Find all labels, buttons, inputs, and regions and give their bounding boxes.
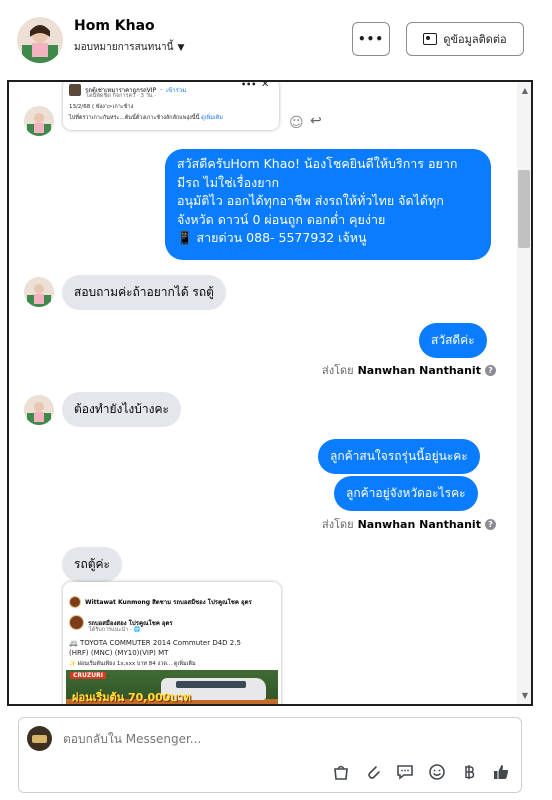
contact-avatar-small xyxy=(24,106,54,136)
scroll-thumb[interactable] xyxy=(518,170,530,248)
contact-photo-icon xyxy=(17,17,63,63)
incoming-message[interactable]: รถตู้ค่ะ xyxy=(62,547,122,582)
emoji-icon[interactable] xyxy=(427,762,447,782)
see-more-link[interactable]: ดูเพิ่มเติม xyxy=(201,115,223,121)
page-avatar xyxy=(27,726,52,751)
post-sharer-row: Wittawat Kunmong สิตชาม รถบอสมืชอง โปรคู… xyxy=(69,596,252,608)
agent-name: Nanwhan Nanthanit xyxy=(357,517,481,531)
assign-conversation-dropdown[interactable]: มอบหมายการสนทนานี้ ▼ xyxy=(74,40,184,55)
contact-photo-icon xyxy=(24,277,54,307)
contact-card-icon xyxy=(423,33,438,45)
shop-bag-icon[interactable] xyxy=(331,762,351,782)
post-title-2: (HRF) (MNC) (MY10)(VIP) MT xyxy=(69,649,169,657)
incoming-message[interactable]: ต้องทำยังไงบ้างคะ xyxy=(62,392,181,427)
help-icon[interactable]: ? xyxy=(484,364,496,376)
scroll-down-icon[interactable]: ▼ xyxy=(522,691,528,700)
attachment-icon[interactable] xyxy=(363,762,383,782)
sent-by-label: ส่งโดย Nanwhan Nanthanit ? xyxy=(322,515,496,533)
contact-photo-icon xyxy=(24,106,54,136)
see-more-link[interactable]: ดูเพิ่มเติม xyxy=(174,661,196,667)
payment-baht-icon[interactable] xyxy=(459,762,479,782)
more-label: ••• xyxy=(357,32,384,46)
image-price: ผ่อนเริ่มต้น 70,000บาท xyxy=(72,691,191,704)
like-thumbs-up-icon[interactable] xyxy=(491,762,511,782)
incoming-message[interactable]: สอบถามค่ะถ้าอยากได้ รถตู้ xyxy=(62,275,226,310)
outgoing-welcome-message[interactable]: สวัสดีครับHom Khao! น้องโชคยินดีให้บริกา… xyxy=(165,149,491,260)
post-sharer: Wittawat Kunmong สิตชาม รถบอสมืชอง โปรคู… xyxy=(85,599,252,606)
scrollbar[interactable]: ▲ ▼ xyxy=(517,82,531,704)
contact-avatar[interactable] xyxy=(17,17,63,63)
reply-icon[interactable]: ↩ xyxy=(310,113,322,129)
messenger-inbox-panel: Hom Khao มอบหมายการสนทนานี้ ▼ ••• ดูข้อม… xyxy=(0,0,552,800)
composer-toolbar xyxy=(331,762,511,782)
post-detail: ✨ ผ่อนเริ่มต้นเพียง 1x,xxx บาท 84 งวด...… xyxy=(69,661,196,667)
help-icon[interactable]: ? xyxy=(484,518,496,530)
page-avatar-icon xyxy=(69,615,84,630)
outgoing-message[interactable]: ลูกค้าอยู่จังหวัดอะไรคะ xyxy=(334,476,478,511)
more-options-button[interactable]: ••• xyxy=(352,22,390,56)
contact-avatar-small xyxy=(24,395,54,425)
close-icon[interactable]: ✕ xyxy=(261,82,269,90)
message-thread[interactable]: ▲ ▼ รถตู้เช่าเหมาราคาถูกรถVIP · เข้าร่วม… xyxy=(7,80,533,706)
reply-input[interactable] xyxy=(63,732,483,746)
contact-avatar-small xyxy=(24,277,54,307)
saved-replies-icon[interactable] xyxy=(395,762,415,782)
post-image[interactable]: CRUZURI ผ่อนเริ่มต้น 70,000บาท xyxy=(66,670,278,704)
contact-name: Hom Khao xyxy=(74,18,155,34)
caret-down-icon: ▼ xyxy=(177,42,185,53)
outgoing-message[interactable]: ลูกค้าสนใจรถรุ่นนี้อยู่นะคะ xyxy=(318,439,480,474)
page-thumbnail-icon xyxy=(69,84,81,96)
contact-info-label: ดูข้อมูลติดต่อ xyxy=(443,33,507,46)
sharer-avatar-icon xyxy=(69,596,81,608)
image-banner: CRUZURI xyxy=(70,672,106,679)
assign-label: มอบหมายการสนทนานี้ xyxy=(74,42,174,53)
post-meta: ได้รับการแนะนำ · 🌐 xyxy=(89,627,141,633)
smiley-react-icon[interactable]: ☺ xyxy=(289,115,304,131)
outgoing-message[interactable]: สวัสดีค่ะ xyxy=(419,323,487,358)
post-meta: โดนพัดชิด กิจการคว์ · 3 วัน · xyxy=(86,93,157,99)
post-more-icon[interactable]: ••• xyxy=(241,82,256,89)
join-group-link[interactable]: เข้าร่วม xyxy=(166,85,186,95)
reply-composer xyxy=(18,717,522,793)
shared-post-card[interactable]: รถตู้เช่าเหมาราคาถูกรถVIP · เข้าร่วม โดน… xyxy=(63,82,279,130)
shared-post-card[interactable]: Wittawat Kunmong สิตชาม รถบอสมืชอง โปรคู… xyxy=(63,582,281,704)
sent-by-label: ส่งโดย Nanwhan Nanthanit ? xyxy=(322,361,496,379)
post-title-1: 🚐 TOYOTA COMMUTER 2014 Commuter D4D 2.5 xyxy=(69,639,241,647)
scroll-up-icon[interactable]: ▲ xyxy=(522,86,528,95)
contact-photo-icon xyxy=(24,395,54,425)
conversation-header: Hom Khao มอบหมายการสนทนานี้ ▼ ••• ดูข้อม… xyxy=(0,0,552,78)
post-line-1: 13/2/68 ( พังงา>เกาะช้าง xyxy=(69,104,134,110)
view-contact-info-button[interactable]: ดูข้อมูลติดต่อ xyxy=(406,22,524,56)
agent-name: Nanwhan Nanthanit xyxy=(357,363,481,377)
post-line-2: ไปที่ตรวาเกาะกันหร่ะ...ต้นนั้ตั่วงเกาะช้… xyxy=(69,115,223,121)
